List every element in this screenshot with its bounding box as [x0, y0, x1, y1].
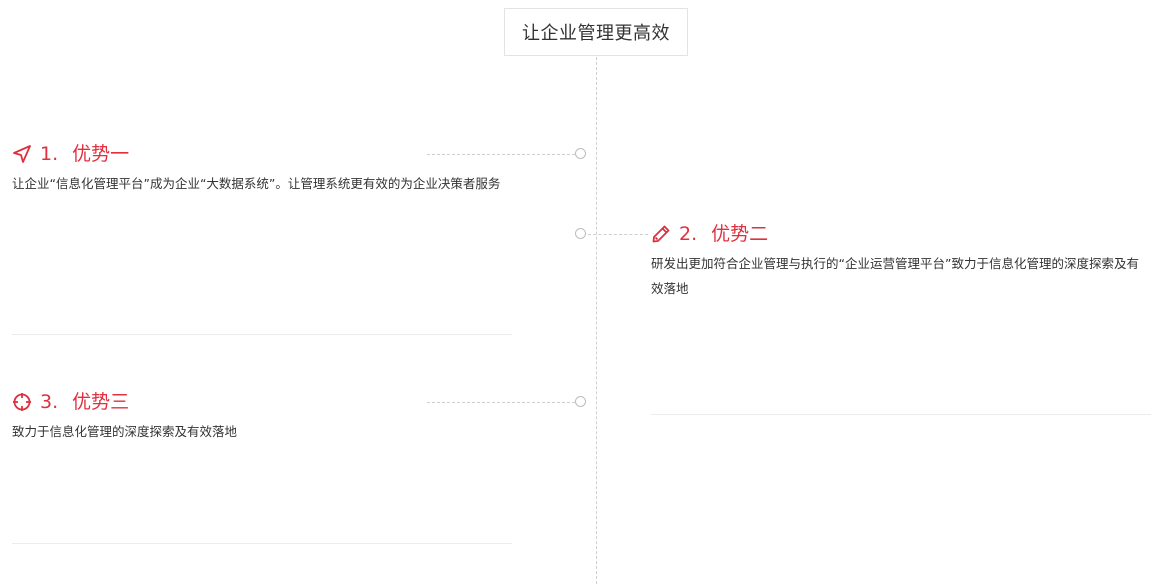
advantage-label-2: 优势二 — [711, 223, 769, 245]
item-divider-3 — [12, 543, 512, 544]
advantage-description-2: 研发出更加符合企业管理与执行的“企业运营管理平台”致力于信息化管理的深度探索及有… — [651, 256, 1139, 296]
advantage-title-2: 2. 优势二 — [651, 222, 1151, 246]
timeline-node-1 — [575, 148, 586, 159]
advantage-description-1: 让企业“信息化管理平台”成为企业“大数据系统”。让管理系统更有效的为企业决策者服… — [12, 176, 501, 191]
advantage-label-1: 优势一 — [72, 143, 130, 165]
timeline-title: 让企业管理更高效 — [504, 8, 688, 56]
advantage-description-3: 致力于信息化管理的深度探索及有效落地 — [12, 424, 238, 439]
item-divider-2 — [651, 414, 1151, 415]
pencil-icon — [652, 225, 670, 243]
crosshair-icon — [13, 393, 31, 411]
advantage-item-1: 1. 优势一 让企业“信息化管理平台”成为企业“大数据系统”。让管理系统更有效的… — [12, 142, 512, 196]
advantage-number-3: 3. — [40, 391, 65, 413]
timeline-node-3 — [575, 396, 586, 407]
advantage-number-2: 2. — [679, 223, 704, 245]
item-divider-1 — [12, 334, 512, 335]
connector-2 — [588, 234, 648, 235]
send-icon — [13, 145, 31, 163]
advantage-item-3: 3. 优势三 致力于信息化管理的深度探索及有效落地 — [12, 390, 512, 444]
advantage-label-3: 优势三 — [72, 391, 130, 413]
timeline-node-2 — [575, 228, 586, 239]
advantage-title-3: 3. 优势三 — [12, 390, 512, 414]
advantage-number-1: 1. — [40, 143, 65, 165]
advantage-item-2: 2. 优势二 研发出更加符合企业管理与执行的“企业运营管理平台”致力于信息化管理… — [651, 222, 1151, 301]
timeline-axis — [596, 57, 597, 584]
advantage-title-1: 1. 优势一 — [12, 142, 512, 166]
